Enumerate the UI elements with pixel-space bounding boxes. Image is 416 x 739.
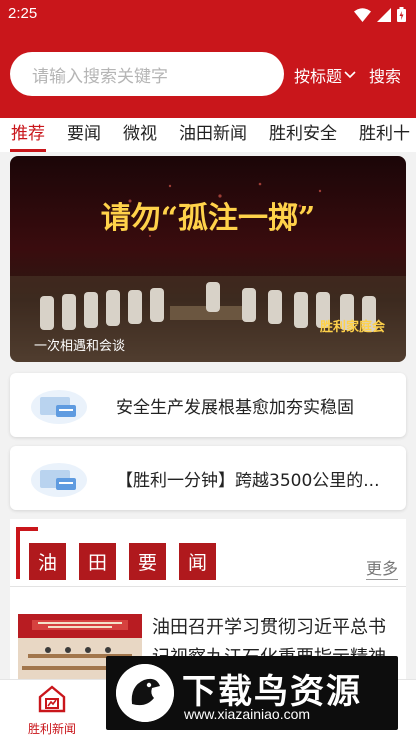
section-title-char: 要 (129, 543, 166, 580)
section-title-char: 闻 (179, 543, 216, 580)
section-accent-bar (16, 527, 20, 579)
section-title: 油 田 要 闻 (29, 543, 216, 580)
more-link[interactable]: 更多 (365, 555, 398, 580)
battery-icon (397, 7, 406, 22)
nav-item-label: 胜利新闻 (27, 722, 76, 736)
bird-logo-icon (116, 664, 174, 722)
search-placeholder: 请输入搜索关键字 (32, 66, 168, 87)
status-bar: 2:25 (0, 0, 416, 30)
section-divider (10, 586, 406, 587)
banner-logo-text: 胜利家庭会 (320, 319, 386, 335)
tab-micro-video[interactable]: 微视 (112, 118, 168, 152)
search-button[interactable]: 搜索 (369, 63, 401, 87)
status-icons (354, 7, 406, 22)
section-accent-bar-top (16, 527, 38, 531)
banner-caption: 一次相遇和会谈 (34, 339, 126, 354)
news-card[interactable]: 【胜利一分钟】跨越3500公里的... (10, 446, 406, 510)
section-title-char: 油 (29, 543, 66, 580)
chat-bubble-icon (31, 463, 87, 497)
tab-oilfield-news[interactable]: 油田新闻 (168, 118, 258, 152)
tab-recommend[interactable]: 推荐 (0, 118, 56, 152)
tab-shengli-safety[interactable]: 胜利安全 (258, 118, 348, 152)
tab-headlines[interactable]: 要闻 (56, 118, 112, 152)
wifi-icon (354, 7, 371, 22)
watermark-url: www.xiazainiao.com (184, 706, 311, 722)
status-time: 2:25 (8, 5, 38, 22)
nav-item-shengli-news[interactable]: 胜利新闻 (20, 684, 84, 737)
banner-stage-image: 请勿“孤注一掷” 胜利家庭会 (10, 182, 406, 362)
banner-title-text: 请勿“孤注一掷” (101, 201, 316, 236)
featured-banner[interactable]: 请勿“孤注一掷” 胜利家庭会 一次相遇和会谈 (10, 156, 406, 362)
news-home-icon (38, 685, 66, 713)
search-input[interactable]: 请输入搜索关键字 (10, 52, 284, 96)
chat-bubble-icon (31, 390, 87, 424)
sort-label: 按标题 (294, 67, 343, 86)
chevron-down-icon (344, 71, 356, 79)
oilfield-headlines-section: 油 田 要 闻 更多 油田召开学习贯彻习近平总书记视察九江石化重要指示精神 (10, 519, 406, 679)
sort-by-title-dropdown[interactable]: 按标题 (294, 63, 356, 87)
tab-shengli-more[interactable]: 胜利十 (348, 118, 416, 152)
signal-icon (377, 7, 391, 22)
news-title: 安全生产发展根基愈加夯实稳固 (116, 398, 354, 418)
news-title: 【胜利一分钟】跨越3500公里的... (116, 471, 380, 491)
watermark-overlay: 下载鸟资源 www.xiazainiao.com (106, 656, 398, 730)
app-header: 请输入搜索关键字 按标题 搜索 (0, 30, 416, 118)
category-tabs: 推荐 要闻 微视 油田新闻 胜利安全 胜利十 (0, 118, 416, 152)
section-title-char: 田 (79, 543, 116, 580)
news-card[interactable]: 安全生产发展根基愈加夯实稳固 (10, 373, 406, 437)
